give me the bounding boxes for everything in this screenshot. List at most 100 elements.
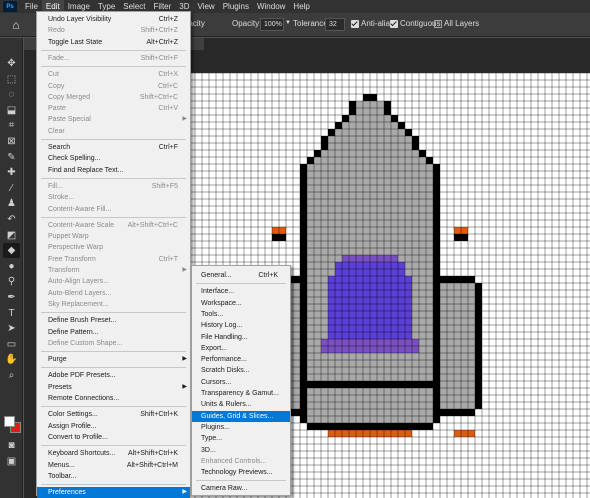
opacity-field[interactable]: 100% (260, 18, 284, 31)
menu-item-check-spelling[interactable]: Check Spelling... (37, 153, 190, 164)
frame-tool-icon[interactable]: ⊠ (3, 134, 20, 149)
menu-item-interface[interactable]: Interface... (192, 286, 290, 297)
menu-item-enhanced-controls[interactable]: Enhanced Controls... (192, 456, 290, 467)
quick-mask-icon[interactable]: ◙ (3, 438, 20, 453)
contiguous-checkbox[interactable] (390, 20, 398, 28)
menu-item-fade[interactable]: Fade... Shift+Ctrl+F (37, 53, 190, 64)
dodge-tool-icon[interactable]: ⚲ (3, 274, 20, 289)
home-icon[interactable]: ⌂ (7, 17, 25, 33)
menu-item-label: Color Settings... (48, 411, 98, 419)
menu-item-define-brush-preset[interactable]: Define Brush Preset... (37, 315, 190, 326)
menu-item-puppet-warp[interactable]: Puppet Warp (37, 231, 190, 242)
menu-item-remote-connections[interactable]: Remote Connections... (37, 393, 190, 404)
menu-item-auto-align-layers[interactable]: Auto-Align Layers... (37, 276, 190, 287)
all-layers-checkbox[interactable] (434, 20, 442, 28)
menu-item-technology-previews[interactable]: Technology Previews... (192, 467, 290, 478)
history-brush-tool-icon[interactable]: ↶ (3, 212, 20, 227)
menu-item-define-pattern[interactable]: Define Pattern... (37, 327, 190, 338)
move-tool-icon[interactable]: ✥ (3, 56, 20, 71)
menu-item-keyboard-shortcuts[interactable]: Keyboard Shortcuts... Alt+Shift+Ctrl+K (37, 448, 190, 459)
menu-item-clear[interactable]: Clear (37, 126, 190, 137)
menu-item-auto-blend-layers[interactable]: Auto-Blend Layers... (37, 288, 190, 299)
eyedropper-tool-icon[interactable]: ✎ (3, 150, 20, 165)
crop-tool-icon[interactable]: ⌗ (3, 118, 20, 133)
anti-alias-checkbox[interactable] (351, 20, 359, 28)
type-tool-icon[interactable]: T (3, 306, 20, 321)
menu-item-workspace[interactable]: Workspace... (192, 298, 290, 309)
menu-item-export[interactable]: Export... (192, 343, 290, 354)
menu-item-sky-replacement[interactable]: Sky Replacement... (37, 299, 190, 310)
menu-item-toolbar[interactable]: Toolbar... (37, 471, 190, 482)
lasso-tool-icon[interactable]: ◌ (3, 87, 20, 102)
menu-item-tools[interactable]: Tools... (192, 309, 290, 320)
menu-item-undo-layer-visibility[interactable]: Undo Layer Visibility Ctrl+Z (37, 14, 190, 25)
menu-item-adobe-pdf-presets[interactable]: Adobe PDF Presets... (37, 370, 190, 381)
menu-item-performance[interactable]: Performance... (192, 354, 290, 365)
blur-tool-icon[interactable]: ● (3, 259, 20, 274)
menu-item-presets[interactable]: Presets ▶ (37, 382, 190, 393)
menu-item-paste-special[interactable]: Paste Special ▶ (37, 114, 190, 125)
menu-item-history-log[interactable]: History Log... (192, 320, 290, 331)
paint-bucket-tool-icon[interactable]: ◆ (3, 243, 20, 259)
menu-item-preferences[interactable]: Preferences ▶ (37, 487, 190, 498)
menu-item-label: General... (201, 272, 232, 279)
menu-item-type[interactable]: Type... (192, 433, 290, 444)
zoom-tool-icon[interactable]: ⌕ (3, 368, 20, 383)
menu-item-transform[interactable]: Transform ▶ (37, 265, 190, 276)
brush-tool-icon[interactable]: ∕ (3, 181, 20, 196)
path-select-tool-icon[interactable]: ➤ (3, 321, 20, 336)
menu-window[interactable]: Window (253, 0, 289, 13)
menu-item-find-and-replace-text[interactable]: Find and Replace Text... (37, 165, 190, 176)
eraser-tool-icon[interactable]: ◩ (3, 228, 20, 243)
menu-view[interactable]: View (194, 0, 219, 13)
marquee-tool-icon[interactable]: ⬚ (3, 72, 20, 87)
menu-item-guides-grid-slices[interactable]: Guides, Grid & Slices... (192, 410, 290, 422)
hand-tool-icon[interactable]: ✋ (3, 352, 20, 367)
menu-item-label: Enhanced Controls... (201, 457, 267, 465)
menu-item-copy[interactable]: Copy Ctrl+C (37, 81, 190, 92)
menu-item-file-handling[interactable]: File Handling... (192, 332, 290, 343)
menu-item-fill[interactable]: Fill... Shift+F5 (37, 181, 190, 192)
pen-tool-icon[interactable]: ✒ (3, 290, 20, 305)
clone-stamp-tool-icon[interactable]: ♟ (3, 196, 20, 211)
healing-brush-tool-icon[interactable]: ✚ (3, 165, 20, 180)
menu-plugins[interactable]: Plugins (219, 0, 253, 13)
menu-item-perspective-warp[interactable]: Perspective Warp (37, 242, 190, 253)
menu-help[interactable]: Help (289, 0, 313, 13)
menu-item-search[interactable]: Search Ctrl+F (37, 142, 190, 153)
object-select-tool-icon[interactable]: ⬓ (3, 103, 20, 118)
tolerance-field[interactable]: 32 (325, 18, 345, 31)
menu-item-copy-merged[interactable]: Copy Merged Shift+Ctrl+C (37, 92, 190, 103)
rocket-outline (391, 115, 398, 122)
menu-item-menus[interactable]: Menus... Alt+Shift+Ctrl+M (37, 460, 190, 471)
menu-item-free-transform[interactable]: Free Transform Ctrl+T (37, 254, 190, 265)
menu-item-stroke[interactable]: Stroke... (37, 192, 190, 203)
menu-item-define-custom-shape[interactable]: Define Custom Shape... (37, 338, 190, 349)
menu-item-transparency-gamut[interactable]: Transparency & Gamut... (192, 388, 290, 399)
menu-item-color-settings[interactable]: Color Settings... Shift+Ctrl+K (37, 409, 190, 420)
menu-item-scratch-disks[interactable]: Scratch Disks... (192, 365, 290, 376)
chevron-down-icon[interactable]: ▼ (285, 20, 291, 26)
menu-item-cursors[interactable]: Cursors... (192, 377, 290, 388)
shape-tool-icon[interactable]: ▭ (3, 337, 20, 352)
menu-item-toggle-last-state[interactable]: Toggle Last State Alt+Ctrl+Z (37, 37, 190, 48)
menu-item-camera-raw[interactable]: Camera Raw... (192, 483, 290, 494)
menu-item-shortcut: Ctrl+Z (158, 16, 178, 23)
menu-item-cut[interactable]: Cut Ctrl+X (37, 69, 190, 80)
menu-item-content-aware-fill[interactable]: Content-Aware Fill... (37, 204, 190, 215)
menu-item-3d[interactable]: 3D... (192, 445, 290, 456)
menu-item-redo[interactable]: Redo Shift+Ctrl+Z (37, 25, 190, 36)
rocket-outline (398, 122, 405, 129)
screen-mode-icon[interactable]: ▣ (3, 454, 20, 469)
menu-item-assign-profile[interactable]: Assign Profile... (37, 421, 190, 432)
menu-item-units-rulers[interactable]: Units & Rulers... (192, 399, 290, 410)
foreground-color-swatch[interactable] (4, 416, 15, 427)
menu-item-plugins[interactable]: Plugins... (192, 422, 290, 433)
menu-item-purge[interactable]: Purge ▶ (37, 354, 190, 365)
menu-item-content-aware-scale[interactable]: Content-Aware Scale Alt+Shift+Ctrl+C (37, 220, 190, 231)
menu-item-paste[interactable]: Paste Ctrl+V (37, 103, 190, 114)
menu-item-convert-to-profile[interactable]: Convert to Profile... (37, 432, 190, 443)
menu-item-general[interactable]: General... Ctrl+K (192, 270, 290, 281)
edit-menu: Undo Layer Visibility Ctrl+Z Redo Shift+Ctr… (36, 11, 191, 498)
menu-separator (41, 484, 186, 486)
